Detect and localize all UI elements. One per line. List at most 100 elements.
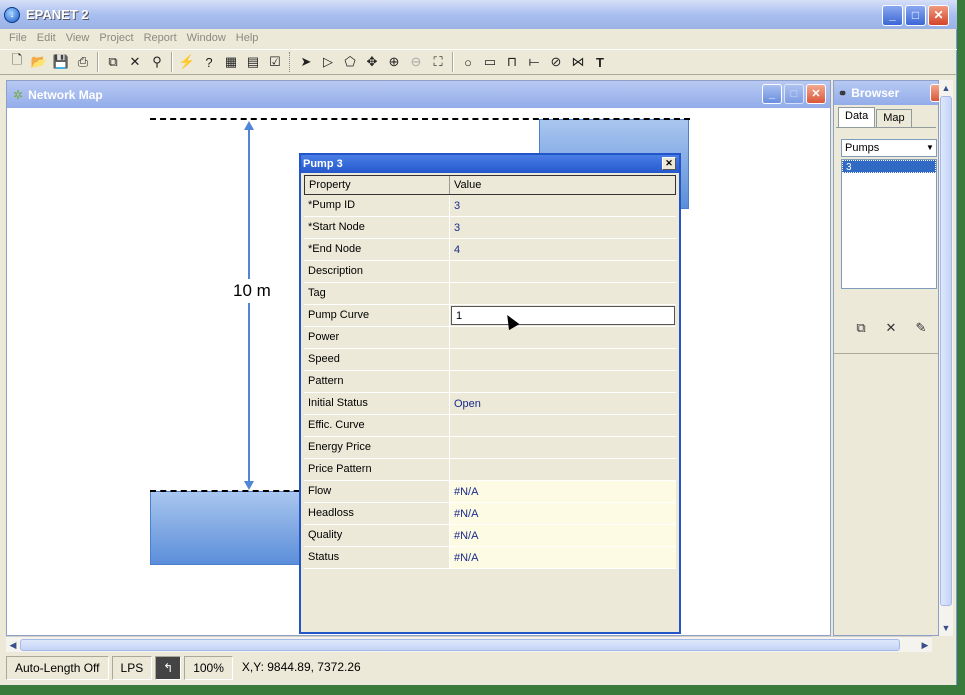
table-row[interactable]: Energy Price bbox=[304, 437, 676, 459]
table-row[interactable]: Price Pattern bbox=[304, 459, 676, 481]
close-button[interactable]: ✕ bbox=[928, 5, 949, 26]
new-file-icon[interactable]: 🗋 bbox=[6, 51, 28, 73]
dimension-label: 10 m bbox=[231, 279, 273, 303]
property-name: Speed bbox=[304, 349, 450, 370]
property-value[interactable] bbox=[450, 283, 676, 304]
menu-window[interactable]: Window bbox=[182, 32, 231, 44]
zoom-out-icon[interactable]: ⊖ bbox=[405, 51, 427, 73]
property-name: Initial Status bbox=[304, 393, 450, 414]
lower-reservoir[interactable] bbox=[150, 491, 310, 565]
property-value[interactable] bbox=[450, 415, 676, 436]
edit-object-icon[interactable]: ✎ bbox=[912, 319, 930, 337]
table-row[interactable]: Description bbox=[304, 261, 676, 283]
delete-icon[interactable]: ✕ bbox=[124, 51, 146, 73]
tab-data[interactable]: Data bbox=[838, 107, 876, 127]
vertical-scrollbar[interactable]: ▲ ▼ bbox=[939, 80, 953, 636]
scroll-down-icon[interactable]: ▼ bbox=[939, 620, 953, 636]
menu-help[interactable]: Help bbox=[231, 32, 264, 44]
table-row[interactable]: *End Node 4 bbox=[304, 239, 676, 261]
table-row[interactable]: Tag bbox=[304, 283, 676, 305]
table-row[interactable]: *Pump ID 3 bbox=[304, 195, 676, 217]
dialog-close-button[interactable]: ✕ bbox=[662, 157, 676, 170]
scroll-left-icon[interactable]: ◀ bbox=[6, 637, 20, 653]
horizontal-scroll-thumb[interactable] bbox=[20, 639, 900, 651]
property-name: Headloss bbox=[304, 503, 450, 524]
vertical-scroll-thumb[interactable] bbox=[940, 96, 952, 606]
property-value[interactable] bbox=[450, 437, 676, 458]
run-icon[interactable]: ⚡ bbox=[176, 51, 198, 73]
browser-lower-area bbox=[834, 353, 938, 635]
object-category-select[interactable]: Pumps ▼ bbox=[841, 139, 937, 157]
property-value[interactable] bbox=[450, 327, 676, 348]
table-row[interactable]: Pump Curve 1 bbox=[304, 305, 676, 327]
binoculars-icon: ⚭ bbox=[838, 87, 848, 100]
property-value[interactable] bbox=[450, 349, 676, 370]
property-value[interactable] bbox=[450, 459, 676, 480]
property-value[interactable] bbox=[450, 261, 676, 282]
select-object-icon[interactable]: ➤ bbox=[295, 51, 317, 73]
add-junction-icon[interactable]: ○ bbox=[457, 51, 479, 73]
table-row[interactable]: *Start Node 3 bbox=[304, 217, 676, 239]
add-pipe-icon[interactable]: ⟝ bbox=[523, 51, 545, 73]
open-folder-icon[interactable]: 📂 bbox=[28, 51, 50, 73]
pan-icon[interactable]: ✥ bbox=[361, 51, 383, 73]
property-value[interactable]: Open bbox=[450, 393, 676, 414]
table-icon[interactable]: ▤ bbox=[242, 51, 264, 73]
graph-icon[interactable]: ▦ bbox=[220, 51, 242, 73]
find-icon[interactable]: ⚲ bbox=[146, 51, 168, 73]
table-row[interactable]: Initial Status Open bbox=[304, 393, 676, 415]
property-name: Flow bbox=[304, 481, 450, 502]
table-row[interactable]: Power bbox=[304, 327, 676, 349]
print-icon[interactable]: ⎙ bbox=[72, 51, 94, 73]
table-row[interactable]: Headloss #N/A bbox=[304, 503, 676, 525]
chevron-down-icon[interactable]: ▼ bbox=[924, 140, 936, 156]
add-object-icon[interactable]: ⧉ bbox=[852, 319, 870, 337]
query-icon[interactable]: ? bbox=[198, 51, 220, 73]
menu-edit[interactable]: Edit bbox=[32, 32, 61, 44]
scroll-up-icon[interactable]: ▲ bbox=[939, 80, 953, 96]
table-row[interactable]: Speed bbox=[304, 349, 676, 371]
toolbar-separator bbox=[97, 52, 99, 72]
menu-report[interactable]: Report bbox=[139, 32, 182, 44]
copy-icon[interactable]: ⧉ bbox=[102, 51, 124, 73]
title-bar: ↓ EPANET 2 _ □ ✕ bbox=[0, 0, 957, 29]
auto-length-status[interactable]: Auto-Length Off bbox=[6, 656, 109, 680]
tab-map[interactable]: Map bbox=[876, 109, 912, 127]
select-vertex-icon[interactable]: ▷ bbox=[317, 51, 339, 73]
full-extent-icon[interactable]: ⛶ bbox=[427, 51, 449, 73]
add-valve-icon[interactable]: ⋈ bbox=[567, 51, 589, 73]
run-status-icon: ↰ bbox=[155, 656, 182, 680]
map-maximize-button[interactable]: □ bbox=[784, 84, 804, 104]
table-row[interactable]: Effic. Curve bbox=[304, 415, 676, 437]
menu-project[interactable]: Project bbox=[94, 32, 138, 44]
zoom-in-icon[interactable]: ⊕ bbox=[383, 51, 405, 73]
table-row[interactable]: Flow #N/A bbox=[304, 481, 676, 503]
minimize-button[interactable]: _ bbox=[882, 5, 903, 26]
list-item[interactable]: 3 bbox=[842, 160, 936, 173]
property-value[interactable] bbox=[450, 371, 676, 392]
add-pump-icon[interactable]: ⊘ bbox=[545, 51, 567, 73]
property-value[interactable]: 3 bbox=[450, 217, 676, 238]
property-value[interactable]: 4 bbox=[450, 239, 676, 260]
map-minimize-button[interactable]: _ bbox=[762, 84, 782, 104]
object-list[interactable]: 3 bbox=[841, 159, 937, 289]
table-row[interactable]: Status #N/A bbox=[304, 547, 676, 569]
table-row[interactable]: Pattern bbox=[304, 371, 676, 393]
property-name: Energy Price bbox=[304, 437, 450, 458]
menu-file[interactable]: File bbox=[4, 32, 32, 44]
map-close-button[interactable]: ✕ bbox=[806, 84, 826, 104]
table-row[interactable]: Quality #N/A bbox=[304, 525, 676, 547]
scroll-right-icon[interactable]: ▶ bbox=[918, 637, 932, 653]
delete-object-icon[interactable]: ✕ bbox=[882, 319, 900, 337]
add-reservoir-icon[interactable]: ▭ bbox=[479, 51, 501, 73]
property-value-input[interactable]: 1 bbox=[451, 306, 675, 325]
menu-view[interactable]: View bbox=[61, 32, 95, 44]
horizontal-scrollbar[interactable]: ◀ ▶ bbox=[6, 636, 932, 652]
add-label-icon[interactable]: T bbox=[589, 51, 611, 73]
select-region-icon[interactable]: ⬠ bbox=[339, 51, 361, 73]
options-icon[interactable]: ☑ bbox=[264, 51, 286, 73]
add-tank-icon[interactable]: ⊓ bbox=[501, 51, 523, 73]
maximize-button[interactable]: □ bbox=[905, 5, 926, 26]
save-icon[interactable]: 💾 bbox=[50, 51, 72, 73]
property-value[interactable]: 3 bbox=[450, 195, 676, 216]
